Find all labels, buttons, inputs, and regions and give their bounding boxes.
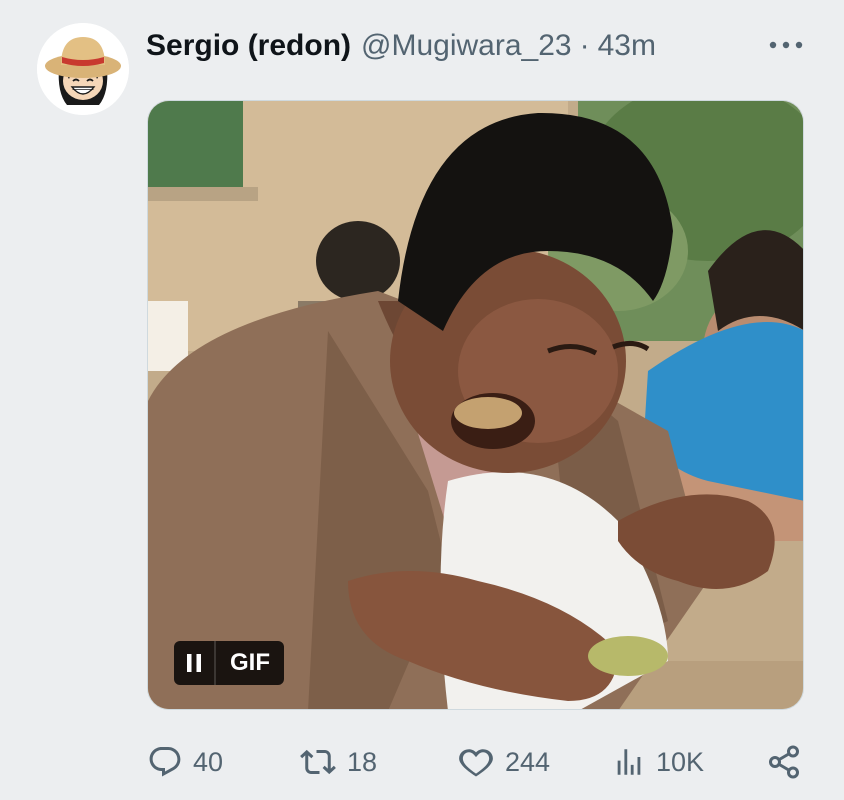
gif-frame-image <box>148 101 803 709</box>
more-options-button[interactable] <box>766 30 806 60</box>
author-display-name[interactable]: Sergio (redon) <box>146 24 351 68</box>
tweet-header: Sergio (redon) @Mugiwara_23 · 43m <box>146 24 656 68</box>
author-handle[interactable]: @Mugiwara_23 <box>361 24 572 68</box>
more-dots-icon <box>769 41 803 49</box>
pause-button[interactable] <box>174 641 216 685</box>
share-button[interactable] <box>766 740 802 784</box>
straw-hat-avatar-icon <box>37 23 129 115</box>
reply-icon <box>149 747 181 777</box>
share-icon <box>769 745 799 779</box>
tweet-media-gif[interactable]: GIF <box>147 100 804 710</box>
tweet: Sergio (redon) @Mugiwara_23 · 43m GIF 40… <box>0 0 844 800</box>
views-count: 10K <box>656 746 705 777</box>
action-bar: 40 18 244 10K <box>146 740 806 784</box>
author-avatar[interactable] <box>37 23 129 115</box>
retweet-count: 18 <box>347 746 378 777</box>
pause-icon <box>187 654 201 672</box>
reply-button[interactable]: 40 <box>147 740 223 784</box>
views-chart-icon <box>617 749 641 775</box>
gif-badge: GIF <box>216 641 284 685</box>
retweet-button[interactable]: 18 <box>299 740 377 784</box>
reply-count: 40 <box>193 746 224 777</box>
tweet-timestamp[interactable]: 43m <box>598 24 656 68</box>
heart-icon <box>459 749 493 777</box>
retweet-icon <box>300 749 336 775</box>
like-count: 244 <box>505 746 551 777</box>
gif-controls: GIF <box>174 641 284 685</box>
header-separator: · <box>579 29 590 62</box>
views-button[interactable]: 10K <box>612 740 704 784</box>
like-button[interactable]: 244 <box>457 740 550 784</box>
